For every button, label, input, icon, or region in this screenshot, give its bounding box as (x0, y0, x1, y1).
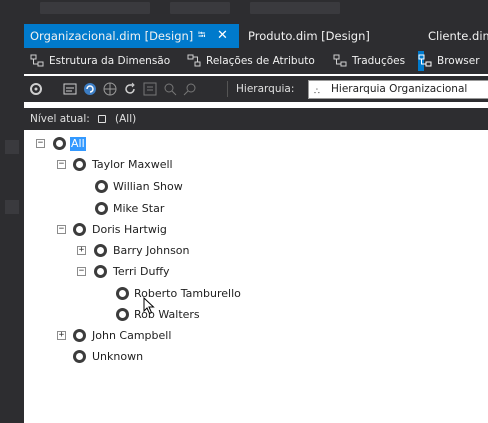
member-icon (95, 180, 108, 193)
member-icon (73, 158, 86, 171)
tab-produto-design[interactable]: Produto.dim [Design] (248, 24, 370, 48)
refresh-icon[interactable] (122, 81, 138, 97)
tab-label: Browser (437, 55, 480, 67)
language-icon[interactable] (102, 81, 118, 97)
tab-label: Produto.dim [Design] (248, 29, 370, 43)
member-tree: − All − Taylor Maxwell Willian Show Mike… (24, 132, 488, 423)
filter-icon[interactable] (142, 81, 158, 97)
side-icon (5, 140, 19, 154)
member-properties-icon[interactable] (62, 81, 78, 97)
attribute-relationships-icon (187, 54, 201, 67)
tab-label: Estrutura da Dimensão (49, 55, 171, 67)
side-icon (5, 200, 19, 214)
tree-node-label: Doris Hartwig (92, 223, 167, 236)
reconnect-icon[interactable] (82, 81, 98, 97)
tree-node-label: Unknown (92, 350, 144, 363)
expand-icon[interactable]: + (57, 331, 66, 340)
hierarchy-select[interactable]: ∴ Hierarquia Organizacional (308, 80, 488, 99)
member-icon (53, 137, 66, 150)
browser-toolbar: Hierarquia: ∴ Hierarquia Organizacional (24, 76, 488, 102)
current-level-bar: Nível atual: (All) (24, 108, 488, 130)
dimension-structure-icon (30, 54, 44, 67)
level-icon (98, 115, 106, 123)
search-icon[interactable] (182, 81, 198, 97)
hierarchy-icon: ∴ (314, 87, 320, 97)
dimension-designer-window: Organizacional.dim [Design] ⭾ ✕ Produto.… (0, 0, 488, 423)
collapse-icon[interactable]: − (57, 160, 66, 169)
member-icon (94, 265, 107, 278)
toolbar-ghost (40, 2, 150, 14)
hierarchy-value: Hierarquia Organizacional (331, 83, 468, 95)
expand-icon[interactable]: + (77, 246, 86, 255)
tree-node-label: All (70, 137, 86, 151)
tree-node-label: Terri Duffy (113, 265, 170, 278)
mouse-cursor-icon (143, 297, 155, 315)
member-icon (116, 308, 129, 321)
member-icon (73, 329, 86, 342)
current-level-value: (All) (115, 113, 137, 125)
tab-label: Traduções (352, 55, 406, 67)
member-icon (95, 202, 108, 215)
designer-tab-bar: Estrutura da Dimensão Relações de Atribu… (24, 48, 488, 74)
collapse-icon[interactable]: − (36, 139, 45, 148)
toolbar-separator (227, 81, 228, 97)
process-icon[interactable] (28, 81, 44, 97)
hierarchy-label: Hierarquia: (236, 83, 295, 95)
tab-label: Cliente.dim [ (428, 29, 488, 43)
tab-label: Relações de Atributo (206, 55, 315, 67)
browser-icon (418, 54, 432, 67)
tree-node-label: Taylor Maxwell (92, 158, 173, 171)
zoom-icon[interactable] (162, 81, 178, 97)
member-icon (94, 244, 107, 257)
tree-node-label: Barry Johnson (113, 244, 190, 257)
tree-node-label: John Campbell (92, 329, 172, 342)
tab-cliente-design[interactable]: Cliente.dim [ (428, 24, 488, 48)
toolbar-ghost (170, 2, 230, 14)
document-tab-bar: Organizacional.dim [Design] ⭾ ✕ Produto.… (24, 24, 488, 48)
ide-left-strip (0, 0, 24, 423)
tab-browser[interactable]: Browser (418, 51, 480, 71)
pin-icon[interactable]: ⭾ (198, 24, 206, 48)
member-icon (73, 223, 86, 236)
toolbar-ghost (250, 2, 340, 14)
tree-node-label: Mike Star (113, 202, 165, 215)
current-level-label: Nível atual: (30, 113, 90, 125)
tab-organizacional-design[interactable]: Organizacional.dim [Design] ⭾ ✕ (24, 24, 239, 48)
collapse-icon[interactable]: − (57, 225, 66, 234)
translations-icon (333, 54, 347, 67)
tree-node-label: Willian Show (113, 180, 183, 193)
ide-top-strip (0, 0, 488, 24)
close-icon[interactable]: ✕ (217, 24, 228, 48)
tab-label: Organizacional.dim [Design] (30, 29, 194, 43)
member-icon (73, 350, 86, 363)
member-icon (116, 287, 129, 300)
collapse-icon[interactable]: − (77, 267, 86, 276)
